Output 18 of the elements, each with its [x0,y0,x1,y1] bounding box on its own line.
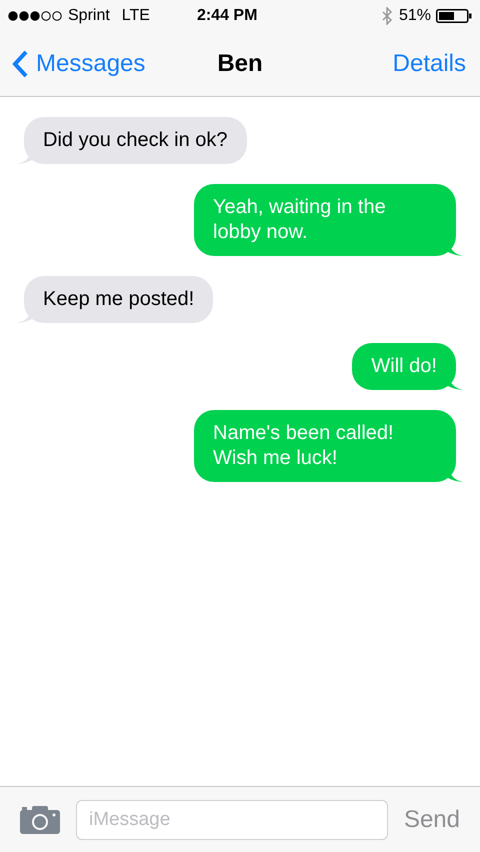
carrier-name: Sprint [68,6,110,26]
bubble-tail [448,474,464,482]
bubble-tail [16,315,32,323]
details-button[interactable]: Details [392,46,468,82]
back-button[interactable]: Messages [12,46,146,82]
status-time: 2:44 PM [196,6,258,26]
signal-strength-icon [8,11,64,21]
chevron-left-icon [12,50,28,78]
bubble-tail [448,248,464,256]
network-type: LTE [122,6,150,26]
bluetooth-icon [380,7,393,25]
battery-icon [436,8,472,24]
camera-icon[interactable] [20,806,60,834]
message-input-field[interactable]: iMessage [76,800,388,840]
conversation-title: Ben [217,49,263,79]
battery-percentage: 51% [398,6,431,26]
bubble-tail [448,382,464,390]
bubble-tail [16,156,32,164]
